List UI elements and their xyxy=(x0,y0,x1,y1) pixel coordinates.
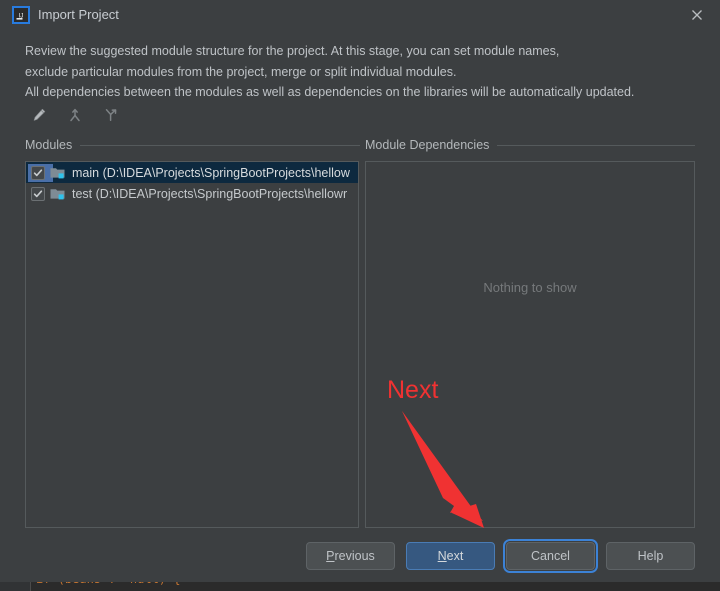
split-module-icon[interactable] xyxy=(100,104,122,126)
help-button[interactable]: Help xyxy=(606,542,695,570)
annotation-next-label: Next xyxy=(387,376,439,404)
cancel-button-label: Cancel xyxy=(531,549,570,563)
previous-button[interactable]: Previous xyxy=(306,542,395,570)
dependencies-header-rule xyxy=(497,144,695,146)
previous-button-label: revious xyxy=(334,549,375,563)
description-line-2: exclude particular modules from the proj… xyxy=(25,64,457,79)
dependencies-section-header: Module Dependencies xyxy=(365,138,695,152)
dialog-titlebar: IJ Import Project xyxy=(0,0,720,30)
next-button-mnemonic: N xyxy=(437,549,447,563)
description-line-1: Review the suggested module structure fo… xyxy=(25,44,560,58)
module-checkbox-test[interactable] xyxy=(31,186,50,201)
checkbox-checked-icon[interactable] xyxy=(31,186,45,201)
merge-modules-icon[interactable] xyxy=(64,104,86,126)
checkbox-checked-icon[interactable] xyxy=(31,165,45,180)
import-project-dialog: IJ Import Project Review the suggested m… xyxy=(0,0,720,582)
help-button-label: Help xyxy=(637,549,664,563)
next-button[interactable]: Next xyxy=(406,542,495,570)
description-line-3: All dependencies between the modules as … xyxy=(25,85,635,99)
cancel-button[interactable]: Cancel xyxy=(503,539,598,573)
table-row[interactable]: test (D:\IDEA\Projects\SpringBootProject… xyxy=(26,183,358,204)
module-folder-icon xyxy=(50,187,66,201)
modules-header-label: Modules xyxy=(25,138,73,152)
dialog-title: Import Project xyxy=(38,7,119,22)
previous-button-mnemonic: P xyxy=(326,549,335,563)
module-label: test (D:\IDEA\Projects\SpringBootProject… xyxy=(72,186,348,201)
table-row[interactable]: main (D:\IDEA\Projects\SpringBootProject… xyxy=(26,162,358,183)
modules-section-header: Modules xyxy=(25,138,360,152)
module-dependencies-panel[interactable]: Nothing to show xyxy=(365,161,695,528)
intellij-idea-icon: IJ xyxy=(12,6,30,24)
modules-header-rule xyxy=(80,144,360,146)
edit-pencil-icon[interactable] xyxy=(28,104,50,126)
close-icon[interactable] xyxy=(684,3,710,27)
modules-list-panel[interactable]: main (D:\IDEA\Projects\SpringBootProject… xyxy=(25,161,359,528)
module-folder-icon xyxy=(50,166,66,180)
dependencies-header-label: Module Dependencies xyxy=(365,138,490,152)
module-list[interactable]: main (D:\IDEA\Projects\SpringBootProject… xyxy=(26,162,358,204)
dialog-button-bar: Previous Next Cancel Help xyxy=(0,539,720,573)
dialog-description: Review the suggested module structure fo… xyxy=(25,41,695,103)
modules-toolbar xyxy=(28,104,122,126)
module-label: main (D:\IDEA\Projects\SpringBootProject… xyxy=(72,165,350,180)
empty-state-text: Nothing to show xyxy=(483,280,577,295)
next-button-label: ext xyxy=(446,549,464,563)
